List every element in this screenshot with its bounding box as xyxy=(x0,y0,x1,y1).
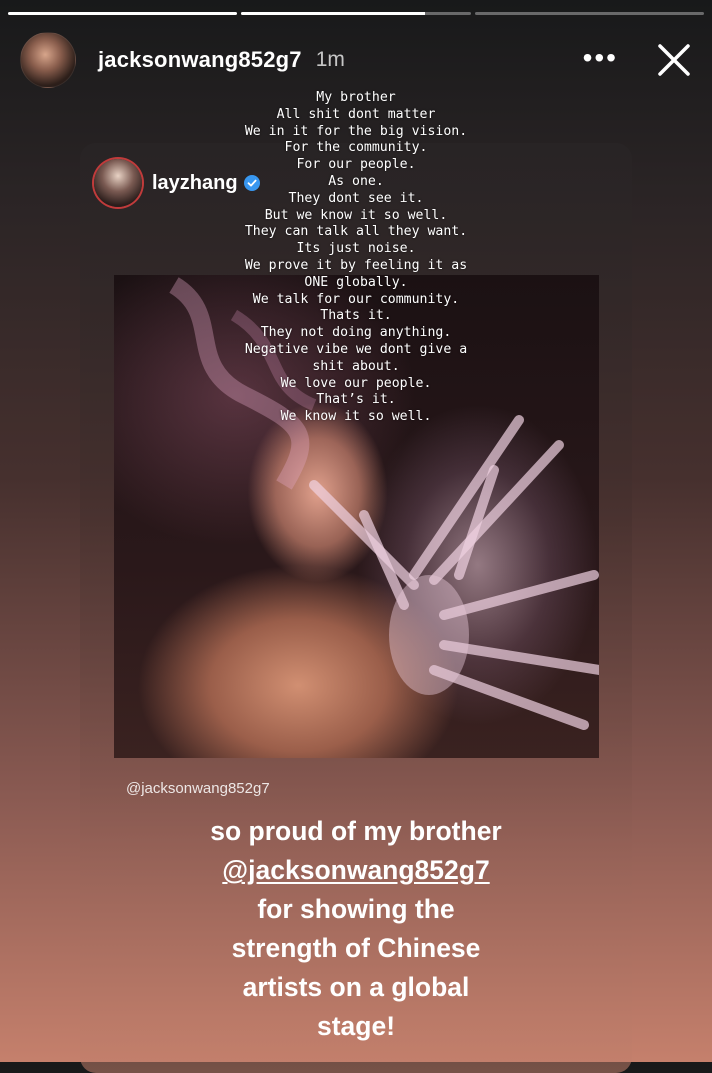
poem-line: shit about. xyxy=(312,358,400,374)
poem-line: For our people. xyxy=(296,157,416,173)
caption-line: artists on a global xyxy=(242,972,470,1002)
caption-line: stage! xyxy=(316,1011,396,1041)
story-text-overlay: My brother All shit dont matter We in it… xyxy=(0,90,712,426)
story-timestamp: 1m xyxy=(315,48,345,71)
poem-line: Its just noise. xyxy=(296,241,416,257)
poem-line: They not doing anything. xyxy=(260,325,452,341)
more-icon[interactable]: ••• xyxy=(583,44,618,72)
poem-line: We prove it by feeling it as xyxy=(244,257,468,273)
story-progress-segment xyxy=(8,12,238,15)
poem-line: All shit dont matter xyxy=(276,106,436,122)
poem-line: We love our people. xyxy=(280,375,432,391)
poem-line: Negative vibe we dont give a xyxy=(244,341,468,357)
caption-line: for showing the xyxy=(257,894,455,924)
poem-line: They dont see it. xyxy=(288,190,424,206)
poem-line: That’s it. xyxy=(316,392,396,408)
story-progress-segment xyxy=(241,12,471,15)
poem-line: ONE globally. xyxy=(304,274,408,290)
story-progress-segment xyxy=(474,12,704,15)
poem-line: My brother xyxy=(316,90,396,105)
story-header: jacksonwang852g7 1m ••• xyxy=(20,32,696,88)
post-mention-tag[interactable]: @jacksonwang852g7 xyxy=(126,780,270,797)
story-progress xyxy=(8,12,704,16)
poem-line: For the community. xyxy=(284,140,428,156)
post-caption: so proud of my brother @jacksonwang852g7… xyxy=(80,812,632,1046)
caption-mention-link[interactable]: @jacksonwang852g7 xyxy=(80,851,632,890)
poem-line: We in it for the big vision. xyxy=(244,123,468,139)
avatar[interactable] xyxy=(20,32,76,88)
poem-line: We know it so well. xyxy=(280,409,432,425)
poem-line: They can talk all they want. xyxy=(244,224,468,240)
caption-line: strength of Chinese xyxy=(231,933,481,963)
caption-line: so proud of my brother xyxy=(210,816,502,846)
poem-line: But we know it so well. xyxy=(264,207,448,223)
story-username[interactable]: jacksonwang852g7 xyxy=(98,47,302,73)
poem-line: Thats it. xyxy=(320,308,392,324)
poem-line: As one. xyxy=(328,173,384,189)
close-icon[interactable] xyxy=(652,38,696,82)
poem-line: We talk for our community. xyxy=(252,291,460,307)
